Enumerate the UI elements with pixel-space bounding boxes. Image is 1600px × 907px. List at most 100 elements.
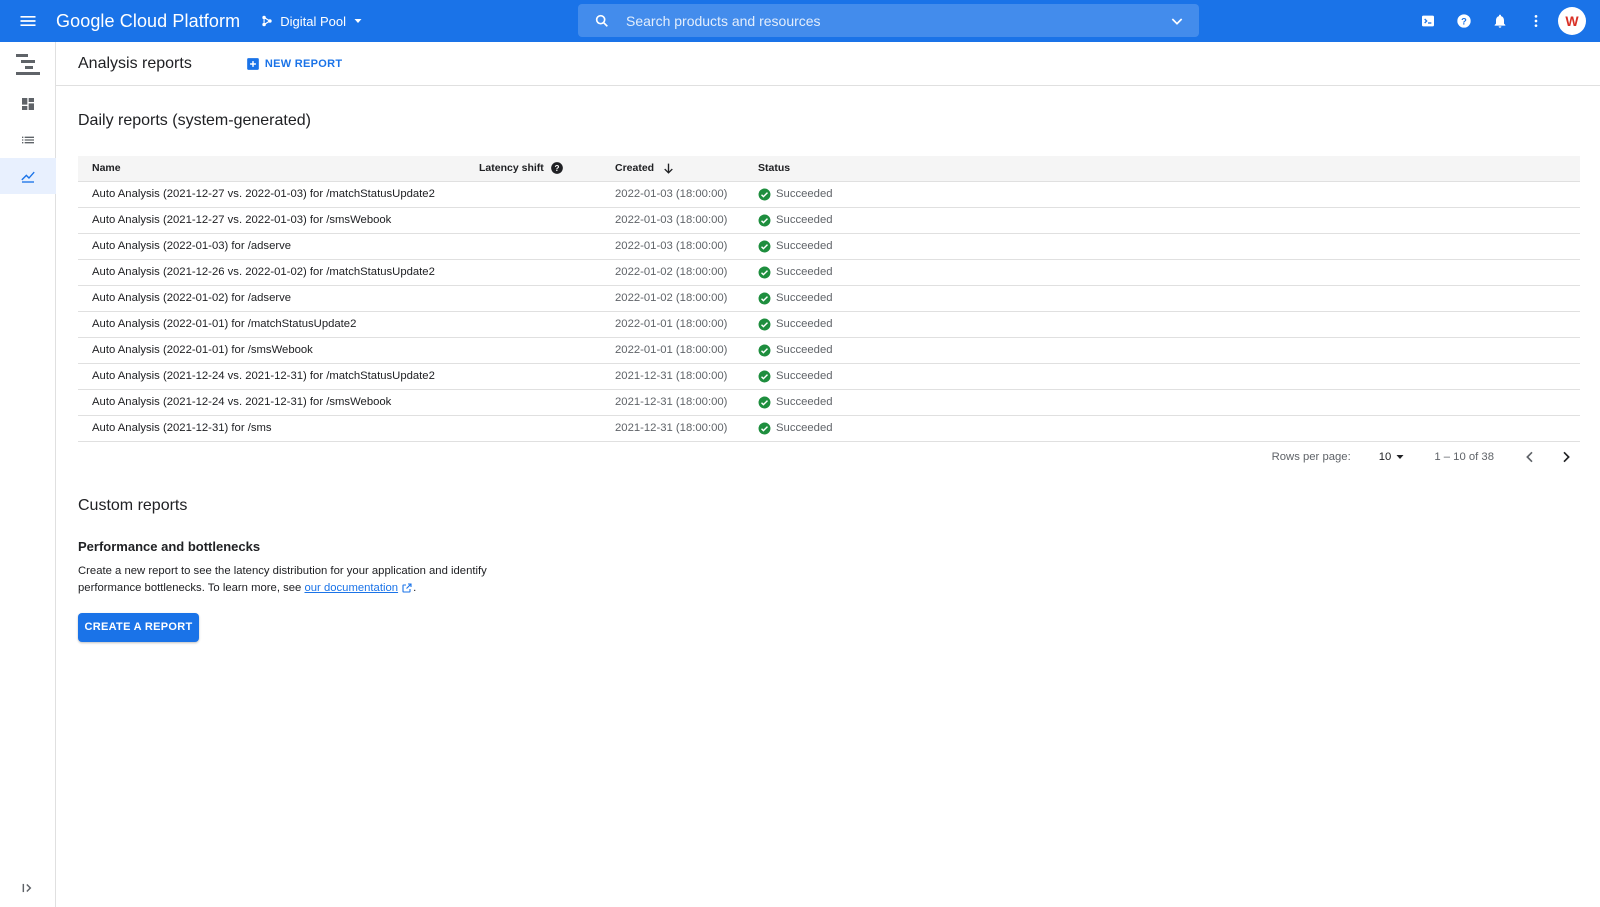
report-name[interactable]: Auto Analysis (2021-12-24 vs. 2021-12-31… — [78, 363, 465, 390]
report-name[interactable]: Auto Analysis (2021-12-27 vs. 2022-01-03… — [78, 207, 465, 234]
caret-down-icon — [352, 15, 364, 27]
search-bar[interactable] — [578, 4, 1199, 37]
table-row[interactable]: Auto Analysis (2022-01-02) for /adserve 2… — [78, 285, 1580, 312]
status-text: Succeeded — [776, 344, 833, 356]
report-created: 2022-01-03 (18:00:00) — [605, 181, 748, 208]
new-report-label: NEW REPORT — [264, 57, 343, 70]
arrow-down-icon[interactable] — [662, 162, 675, 175]
table-row[interactable]: Auto Analysis (2022-01-01) for /smsWeboo… — [78, 337, 1580, 364]
report-latency — [465, 181, 605, 208]
help-icon[interactable]: ? — [550, 161, 564, 175]
table-row[interactable]: Auto Analysis (2021-12-27 vs. 2022-01-03… — [78, 181, 1580, 208]
report-name[interactable]: Auto Analysis (2021-12-26 vs. 2022-01-02… — [78, 259, 465, 286]
check-circle-icon — [758, 188, 771, 201]
status-text: Succeeded — [776, 214, 833, 226]
cloud-shell-button[interactable] — [1410, 3, 1446, 39]
col-header-name[interactable]: Name — [78, 156, 465, 182]
hamburger-menu-icon — [20, 16, 36, 26]
avatar[interactable]: W — [1558, 7, 1586, 35]
rows-per-page-select[interactable]: 10 — [1379, 451, 1407, 463]
create-report-button[interactable]: CREATE A REPORT — [78, 612, 199, 642]
new-report-button[interactable]: NEW REPORT — [246, 57, 343, 71]
status-text: Succeeded — [776, 266, 833, 278]
table-row[interactable]: Auto Analysis (2021-12-31) for /sms 2021-… — [78, 415, 1580, 442]
report-created: 2022-01-03 (18:00:00) — [605, 207, 748, 234]
search-input[interactable] — [626, 12, 1155, 29]
pagination-range: 1 – 10 of 38 — [1434, 450, 1494, 463]
svg-text:?: ? — [1461, 16, 1467, 26]
page-header: Analysis reports NEW REPORT — [56, 42, 1600, 86]
check-circle-icon — [758, 344, 771, 357]
nav-product-logo[interactable] — [0, 42, 56, 86]
table-row[interactable]: Auto Analysis (2022-01-01) for /matchSta… — [78, 311, 1580, 338]
description-text: Create a new report to see the latency d… — [78, 564, 487, 595]
table-row[interactable]: Auto Analysis (2021-12-27 vs. 2022-01-03… — [78, 207, 1580, 234]
project-selector[interactable]: Digital Pool — [260, 14, 364, 29]
report-created: 2022-01-03 (18:00:00) — [605, 233, 748, 260]
report-status: Succeeded — [748, 181, 1580, 208]
next-page-button[interactable] — [1552, 443, 1580, 471]
chevron-down-icon[interactable] — [1155, 13, 1199, 29]
report-status: Succeeded — [748, 415, 1580, 442]
top-actions: ? W — [1410, 0, 1586, 42]
report-status: Succeeded — [748, 389, 1580, 416]
table-row[interactable]: Auto Analysis (2021-12-26 vs. 2022-01-02… — [78, 259, 1580, 286]
report-status: Succeeded — [748, 363, 1580, 390]
caret-down-icon — [1396, 454, 1404, 459]
table-row[interactable]: Auto Analysis (2021-12-24 vs. 2021-12-31… — [78, 389, 1580, 416]
check-circle-icon — [758, 240, 771, 253]
check-circle-icon — [758, 422, 771, 435]
documentation-link[interactable]: our documentation — [304, 582, 413, 594]
list-icon — [22, 136, 34, 144]
report-status: Succeeded — [748, 233, 1580, 260]
check-circle-icon — [758, 318, 771, 331]
status-text: Succeeded — [776, 422, 833, 434]
custom-reports-title: Custom reports — [78, 496, 188, 514]
col-header-created-label: Created — [615, 162, 655, 175]
table-row[interactable]: Auto Analysis (2022-01-03) for /adserve 2… — [78, 233, 1580, 260]
report-latency — [465, 363, 605, 390]
report-status: Succeeded — [748, 337, 1580, 364]
top-app-bar: Google Cloud Platform Digital Pool ? — [0, 0, 1600, 42]
svg-text:?: ? — [554, 164, 559, 173]
more-vert-icon — [1534, 15, 1538, 27]
col-header-created[interactable]: Created — [605, 156, 748, 182]
main-menu-button[interactable] — [0, 0, 56, 42]
report-latency — [465, 207, 605, 234]
check-circle-icon — [758, 266, 771, 279]
performance-card-description: Create a new report to see the latency d… — [78, 563, 518, 598]
check-circle-icon — [758, 370, 771, 383]
report-name[interactable]: Auto Analysis (2022-01-01) for /matchSta… — [78, 311, 465, 338]
add-box-icon — [246, 57, 260, 71]
more-options-button[interactable] — [1518, 3, 1554, 39]
col-header-status[interactable]: Status — [748, 156, 1580, 182]
report-latency — [465, 415, 605, 442]
brand-title[interactable]: Google Cloud Platform — [56, 11, 240, 32]
report-created: 2021-12-31 (18:00:00) — [605, 415, 748, 442]
trace-logo-icon — [16, 54, 40, 75]
table-row[interactable]: Auto Analysis (2021-12-24 vs. 2021-12-31… — [78, 363, 1580, 390]
nav-overview[interactable] — [0, 86, 56, 122]
prev-page-button[interactable] — [1516, 443, 1544, 471]
check-circle-icon — [758, 396, 771, 409]
report-name[interactable]: Auto Analysis (2021-12-31) for /sms — [78, 415, 465, 442]
nav-trace-list[interactable] — [0, 122, 56, 158]
left-nav-rail — [0, 42, 56, 907]
notifications-button[interactable] — [1482, 3, 1518, 39]
table-header-row: Name Latency shift ? Created Status — [78, 156, 1580, 182]
report-name[interactable]: Auto Analysis (2022-01-03) for /adserve — [78, 233, 465, 260]
report-name[interactable]: Auto Analysis (2022-01-01) for /smsWeboo… — [78, 337, 465, 364]
expand-nav-button[interactable] — [0, 881, 56, 895]
status-text: Succeeded — [776, 318, 833, 330]
report-name[interactable]: Auto Analysis (2022-01-02) for /adserve — [78, 285, 465, 312]
dashboard-icon — [22, 98, 34, 110]
report-name[interactable]: Auto Analysis (2021-12-27 vs. 2022-01-03… — [78, 181, 465, 208]
report-status: Succeeded — [748, 311, 1580, 338]
check-circle-icon — [758, 292, 771, 305]
external-link-icon — [401, 582, 413, 594]
report-name[interactable]: Auto Analysis (2021-12-24 vs. 2021-12-31… — [78, 389, 465, 416]
check-circle-icon — [758, 214, 771, 227]
report-created: 2022-01-02 (18:00:00) — [605, 259, 748, 286]
help-button[interactable]: ? — [1446, 3, 1482, 39]
nav-analysis-reports[interactable] — [0, 158, 56, 194]
